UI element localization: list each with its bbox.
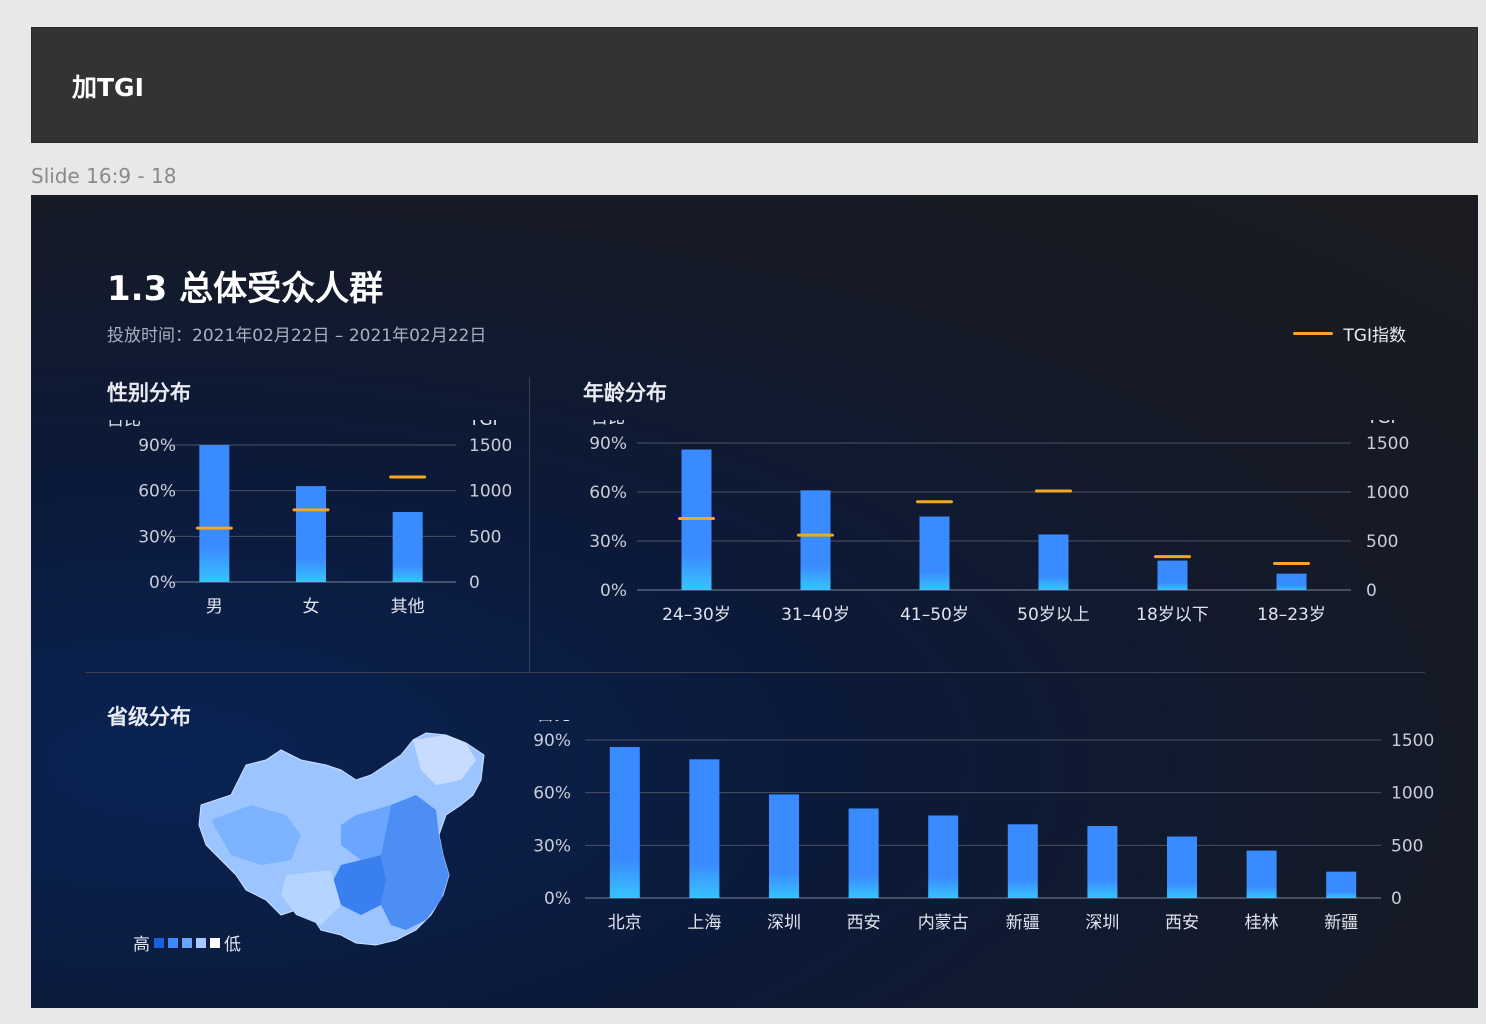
bar[interactable] — [800, 490, 831, 590]
y2-tick-label: 0 — [469, 573, 480, 593]
x-tick-label: 上海 — [687, 913, 721, 933]
bar[interactable] — [1087, 826, 1118, 898]
y-tick-label: 0% — [149, 573, 176, 593]
map-legend-low: 低 — [224, 935, 241, 955]
y-tick-label: 0% — [600, 581, 627, 601]
y-axis-label: 占比 — [107, 420, 141, 430]
gender-section-title: 性别分布 — [107, 381, 191, 405]
gender-chart: 占比 TGI 90% 1500 60% 1000 30% 500 0% 0 男 女 其他 — [107, 420, 511, 617]
y-tick-label: 30% — [533, 836, 571, 856]
map-legend: 高 低 — [133, 930, 241, 955]
y2-tick-label: 500 — [469, 527, 501, 547]
top-banner: 加TGI — [31, 27, 1478, 143]
vertical-divider — [529, 377, 530, 673]
y-axis-label: 占比 — [591, 420, 625, 428]
x-tick-label: 其他 — [391, 597, 425, 617]
age-section-title: 年龄分布 — [583, 381, 667, 405]
bar[interactable] — [769, 794, 799, 898]
y2-axis-label: TGI — [468, 420, 498, 430]
y2-axis-label: TGI — [1390, 720, 1420, 725]
x-tick-label: 深圳 — [767, 913, 801, 933]
x-tick-label: 新疆 — [1006, 913, 1040, 933]
bar[interactable] — [609, 747, 640, 898]
horizontal-divider — [85, 672, 1425, 673]
y2-tick-label: 1000 — [1366, 483, 1409, 503]
y2-tick-label: 0 — [1391, 889, 1402, 909]
y2-tick-label: 500 — [1366, 532, 1398, 552]
y2-tick-label: 1500 — [469, 436, 511, 456]
age-chart: 占比 TGI 90% 1500 60% 1000 30% 500 0% 0 24–30岁 31–40岁… — [589, 420, 1409, 625]
y2-tick-label: 1500 — [1391, 731, 1434, 751]
y2-tick-label: 1000 — [1391, 784, 1434, 804]
slide-date-range: 投放时间：2021年02月22日 – 2021年02月22日 — [107, 326, 487, 346]
bar[interactable] — [1246, 850, 1277, 898]
tgi-legend-label: TGI指数 — [1343, 326, 1406, 346]
tgi-legend: TGI指数 — [1293, 321, 1406, 346]
y2-tick-label: 1000 — [469, 482, 511, 502]
province-section-title: 省级分布 — [107, 705, 191, 729]
map-legend-swatch — [196, 937, 206, 948]
y-tick-label: 90% — [533, 731, 571, 751]
bar[interactable] — [1157, 560, 1188, 590]
banner-title: 加TGI — [72, 73, 144, 102]
y-tick-label: 60% — [533, 784, 571, 804]
bar[interactable] — [928, 815, 959, 898]
bar[interactable] — [1276, 573, 1307, 590]
x-tick-label: 50岁以上 — [1017, 605, 1090, 625]
slide-frame[interactable]: 1.3 总体受众人群 投放时间：2021年02月22日 – 2021年02月22… — [31, 195, 1478, 1008]
x-tick-label: 31–40岁 — [781, 605, 850, 625]
frame-label[interactable]: Slide 16:9 - 18 — [31, 164, 176, 188]
map-legend-swatch — [210, 937, 220, 948]
bar[interactable] — [392, 511, 423, 582]
bar[interactable] — [1038, 534, 1069, 590]
map-legend-high: 高 — [133, 935, 150, 955]
map-legend-swatch — [154, 937, 164, 948]
y2-tick-label: 500 — [1391, 836, 1423, 856]
y-tick-label: 0% — [544, 889, 571, 909]
y-tick-label: 30% — [589, 532, 627, 552]
slide-title: 1.3 总体受众人群 — [107, 269, 384, 309]
x-tick-label: 北京 — [608, 913, 642, 933]
x-tick-label: 内蒙古 — [918, 913, 969, 933]
y2-axis-label: TGI — [1366, 420, 1396, 428]
y-axis-label: 占比 — [537, 720, 571, 725]
x-tick-label: 男 — [206, 597, 223, 617]
y-tick-label: 30% — [138, 527, 176, 547]
x-tick-label: 新疆 — [1324, 913, 1358, 933]
province-chart: 占比 TGI 90% 1500 60% 1000 30% 500 0% 0 北京 上海 深圳 西安 内蒙古 新… — [533, 720, 1434, 933]
bar[interactable] — [1167, 836, 1197, 898]
tgi-legend-swatch — [1293, 332, 1334, 335]
x-tick-label: 24–30岁 — [662, 605, 731, 625]
y-tick-label: 60% — [589, 483, 627, 503]
x-tick-label: 桂林 — [1245, 913, 1279, 933]
bar[interactable] — [1007, 824, 1038, 898]
bar[interactable] — [296, 486, 326, 582]
map-legend-swatch — [168, 937, 178, 948]
x-tick-label: 18–23岁 — [1257, 605, 1326, 625]
y2-tick-label: 0 — [1366, 581, 1377, 601]
x-tick-label: 深圳 — [1085, 913, 1119, 933]
map-legend-swatch — [182, 937, 192, 948]
china-province-map — [198, 732, 485, 946]
x-tick-label: 女 — [303, 597, 320, 617]
y-tick-label: 90% — [589, 434, 627, 454]
y-tick-label: 90% — [138, 436, 176, 456]
y-tick-label: 60% — [138, 482, 176, 502]
bar[interactable] — [848, 808, 879, 898]
bar[interactable] — [919, 516, 950, 591]
x-tick-label: 41–50岁 — [900, 605, 969, 625]
y2-tick-label: 1500 — [1366, 434, 1409, 454]
x-tick-label: 18岁以下 — [1136, 605, 1209, 625]
x-tick-label: 西安 — [847, 913, 881, 933]
bar[interactable] — [1326, 871, 1357, 898]
bar[interactable] — [689, 759, 720, 898]
x-tick-label: 西安 — [1165, 913, 1199, 933]
bar[interactable] — [199, 445, 230, 582]
